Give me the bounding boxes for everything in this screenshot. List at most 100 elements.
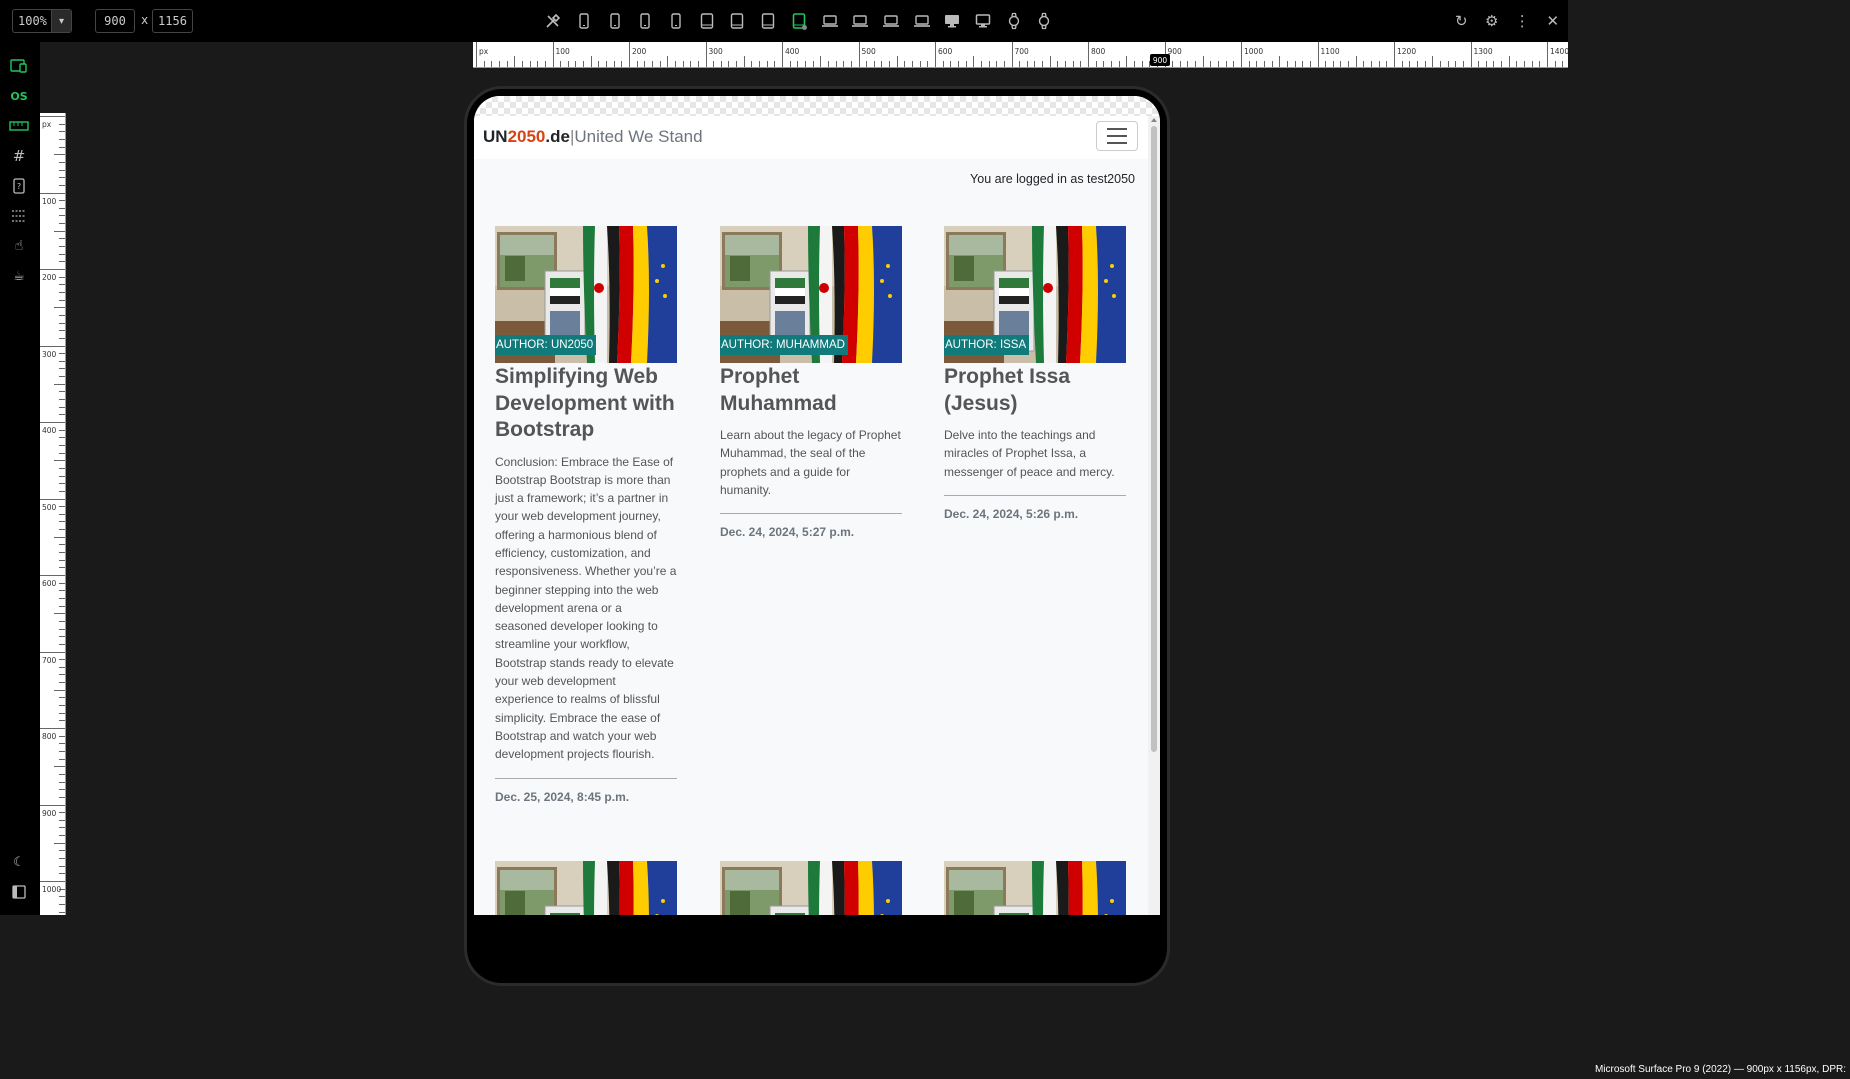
ruler-label: px — [479, 47, 489, 56]
ruler-tick — [1256, 61, 1258, 67]
phone-icon[interactable] — [630, 10, 661, 32]
post-image[interactable] — [720, 861, 902, 915]
ruler-tick — [59, 636, 65, 638]
ruler-tick — [59, 406, 65, 408]
post-image[interactable] — [495, 861, 677, 915]
ruler-tick — [59, 750, 65, 752]
post-title[interactable]: Prophet Issa (Jesus) — [944, 364, 1126, 417]
responsive-icon[interactable] — [8, 56, 30, 76]
post-image[interactable]: AUTHOR: ISSA — [944, 226, 1126, 363]
ruler-tick — [54, 460, 65, 462]
ruler-tick — [728, 61, 730, 67]
ruler-tick — [1363, 61, 1365, 67]
lines-icon[interactable] — [8, 206, 30, 226]
ruler-tick — [1309, 61, 1311, 67]
desktop-icon[interactable] — [968, 10, 999, 32]
height-input[interactable]: 1156 — [152, 9, 193, 33]
laptop-icon[interactable] — [906, 10, 937, 32]
ruler-tick — [1470, 42, 1472, 67]
ruler-tick — [59, 865, 65, 867]
settings-icon[interactable]: ⚙ — [1477, 10, 1508, 32]
post-image[interactable]: AUTHOR: UN2050 — [495, 226, 677, 363]
laptop-icon[interactable] — [876, 10, 907, 32]
ruler-tick — [782, 42, 783, 67]
ruler-tick — [1409, 61, 1411, 67]
ruler-tick — [1065, 61, 1067, 67]
phone-icon[interactable] — [661, 10, 692, 32]
post-card[interactable] — [720, 861, 902, 915]
svg-text:?: ? — [17, 182, 21, 191]
zoom-select[interactable]: 100% ▾ — [12, 9, 72, 33]
scroll-thumb[interactable] — [1151, 126, 1157, 752]
ruler-tick — [889, 61, 891, 67]
ruler-tick — [896, 56, 898, 67]
post-card[interactable]: AUTHOR: UN2050 Simplifying Web Developme… — [495, 226, 677, 804]
post-card[interactable] — [495, 861, 677, 915]
post-card[interactable]: AUTHOR: ISSA Prophet Issa (Jesus) Delve … — [944, 226, 1126, 521]
ruler-tick — [59, 697, 65, 699]
ruler-tick — [1118, 61, 1120, 67]
hamburger-menu-icon[interactable] — [1096, 121, 1138, 151]
grid-icon[interactable]: # — [8, 146, 30, 166]
device-info-icon[interactable]: ? — [8, 176, 30, 196]
tablet-icon[interactable] — [753, 10, 784, 32]
ruler-tick — [827, 61, 829, 67]
ruler-tick — [629, 42, 630, 67]
ruler-tick — [1271, 61, 1273, 67]
ruler-tick — [1371, 61, 1373, 67]
ruler-tick — [613, 61, 615, 67]
ruler-icon[interactable] — [8, 116, 30, 136]
touch-icon[interactable]: ☝ — [8, 236, 30, 256]
width-input[interactable]: 900 — [95, 9, 135, 33]
tablet-active-icon[interactable] — [784, 10, 815, 32]
laptop-icon[interactable] — [845, 10, 876, 32]
page-scrollbar[interactable] — [1148, 116, 1160, 915]
device-presets — [538, 10, 1060, 32]
post-card[interactable]: AUTHOR: MUHAMMAD Prophet Muhammad Learn … — [720, 226, 902, 539]
ruler-tick — [1263, 61, 1265, 67]
ruler-label: 800 — [42, 732, 57, 741]
post-image[interactable] — [944, 861, 1126, 915]
ruler-tick — [667, 56, 669, 67]
watch-icon[interactable] — [998, 10, 1029, 32]
vertical-ruler: px 100 200 300 400 500 600 700 800 900 1000 — [40, 113, 66, 915]
tools-icon[interactable] — [538, 10, 569, 32]
ruler-tick — [1302, 61, 1304, 67]
scroll-up-icon[interactable] — [1151, 118, 1157, 122]
post-card[interactable] — [944, 861, 1126, 915]
os-toggle[interactable]: OS — [8, 86, 30, 106]
ruler-tick — [59, 414, 65, 416]
devtools-toolbar: 100% ▾ 900 x 1156 ↻ ⚙ ⋮ ✕ — [0, 0, 1568, 42]
phone-icon[interactable] — [569, 10, 600, 32]
chevron-down-icon[interactable]: ▾ — [51, 10, 71, 32]
more-icon[interactable]: ⋮ — [1507, 10, 1538, 32]
ruler-tick — [40, 881, 65, 882]
ruler-tick — [59, 720, 65, 722]
ruler-tick — [59, 169, 65, 171]
site-brand[interactable]: UN2050.de|United We Stand — [483, 127, 703, 147]
ruler-tick — [1394, 42, 1395, 67]
divider — [720, 513, 902, 515]
coffee-icon[interactable]: ☕ — [8, 266, 30, 286]
post-image[interactable]: AUTHOR: MUHAMMAD — [720, 226, 902, 363]
post-title[interactable]: Simplifying Web Development with Bootstr… — [495, 364, 677, 444]
dark-mode-icon[interactable]: ☾ — [8, 852, 30, 872]
refresh-icon[interactable]: ↻ — [1446, 10, 1477, 32]
desktop-icon[interactable] — [937, 10, 968, 32]
sidebar-toggle-icon[interactable] — [8, 882, 30, 902]
ruler-tick — [59, 276, 65, 278]
ruler-tick — [59, 705, 65, 707]
phone-icon[interactable] — [599, 10, 630, 32]
tablet-icon[interactable] — [691, 10, 722, 32]
watch-icon[interactable] — [1029, 10, 1060, 32]
ruler-tick — [483, 61, 485, 67]
ruler-tick — [59, 200, 65, 202]
tablet-icon[interactable] — [722, 10, 753, 32]
ruler-tick — [544, 61, 546, 67]
ruler-tick — [59, 559, 65, 561]
post-title[interactable]: Prophet Muhammad — [720, 364, 902, 417]
close-icon[interactable]: ✕ — [1538, 10, 1569, 32]
ruler-tick — [54, 383, 65, 385]
laptop-icon[interactable] — [814, 10, 845, 32]
ruler-tick — [858, 42, 860, 67]
